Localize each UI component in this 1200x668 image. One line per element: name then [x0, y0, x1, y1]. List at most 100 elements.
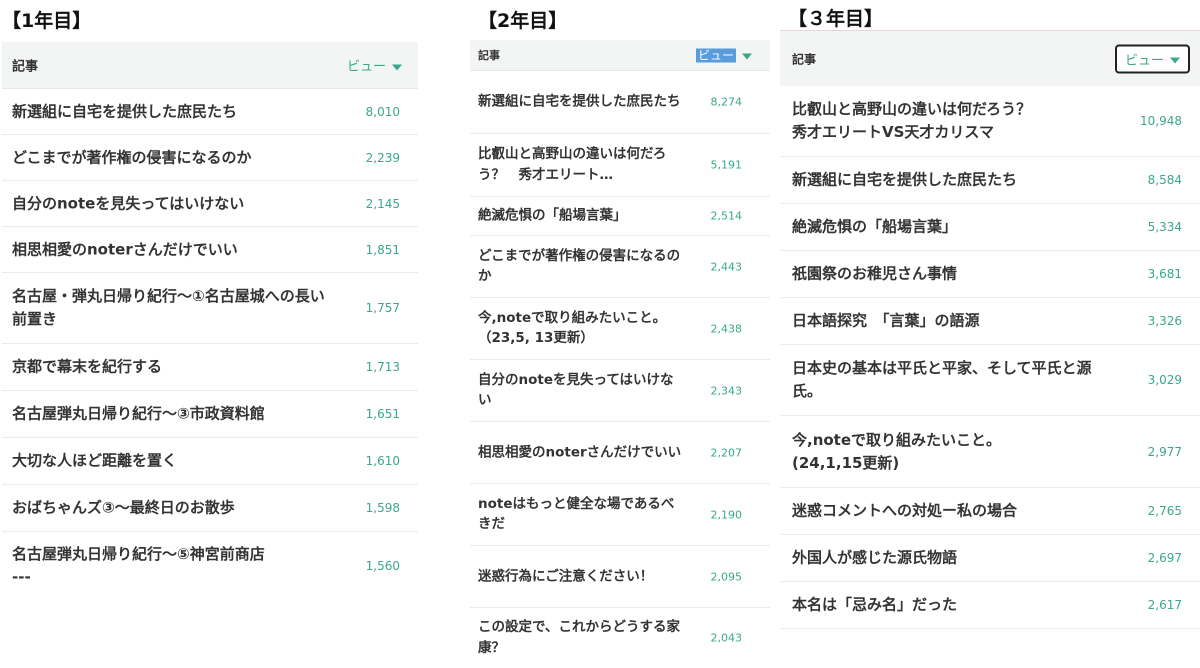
article-title[interactable]: 比叡山と高野山の違いは何だろう？ 秀才エリートVS天才カリスマ	[792, 98, 1112, 145]
view-count: 5,191	[710, 158, 743, 172]
article-title[interactable]: どこまでが著作権の侵害になるのか	[478, 246, 683, 288]
view-count: 3,029	[1147, 373, 1182, 387]
view-count: 1,651	[365, 407, 400, 421]
article-title[interactable]: 外国人が感じた源氏物語	[792, 546, 1112, 569]
article-title[interactable]: 今,noteで取り組みたいこと。 （23,5, 13更新）	[478, 308, 686, 350]
table-row[interactable]: 新選組に自宅を提供した庶民たち 8,584	[780, 157, 1200, 204]
caret-down-icon	[742, 53, 752, 59]
article-title[interactable]: 大切な人ほど距離を置く	[12, 449, 332, 472]
table-row[interactable]: 祇園祭のお稚児さん事情 3,681	[780, 251, 1200, 298]
view-count: 2,095	[710, 570, 743, 583]
table-row[interactable]: 今,noteで取り組みたいこと。 (24,1,15更新) 2,977	[780, 416, 1200, 488]
table-row[interactable]: 絶滅危惧の「船場言葉」 5,334	[780, 204, 1200, 251]
article-title[interactable]: 自分のnoteを見失ってはいけない	[478, 370, 683, 412]
year3-panel: 【３年目】 記事 ビュー 比叡山と高野山の違いは何だろう？ 秀才エリートVS天才…	[780, 0, 1200, 661]
table-row[interactable]: 新選組に自宅を提供した庶民たち 8,010	[2, 89, 418, 135]
panel-title: 【３年目】	[788, 8, 884, 30]
table-row[interactable]: 京都で幕末を紀行する 1,713	[2, 344, 418, 391]
view-count: 2,697	[1147, 551, 1182, 565]
view-count: 2,145	[365, 196, 400, 211]
year2-panel: 【2年目】 記事 ビュー 新選組に自宅を提供した庶民たち 8,274 比叡山と高野…	[470, 0, 770, 668]
article-title[interactable]: 名古屋弾丸日帰り紀行～⑤神宮前商店 ---	[12, 543, 332, 590]
table-row[interactable]: この設定で、これからどうする家康？ 2,043	[470, 608, 770, 668]
view-count: 8,274	[710, 95, 743, 109]
view-count: 2,443	[710, 260, 743, 273]
article-title[interactable]: 新選組に自宅を提供した庶民たち	[12, 100, 332, 123]
views-sort-label: ビュー	[346, 59, 386, 75]
view-count: 1,757	[365, 301, 400, 315]
table-row[interactable]: 名古屋弾丸日帰り紀行～③市政資料館 1,651	[2, 391, 418, 438]
table-row[interactable]: 今,noteで取り組みたいこと。 （23,5, 13更新） 2,438	[470, 298, 770, 360]
view-count: 3,326	[1147, 314, 1182, 328]
table-row[interactable]: どこまでが著作権の侵害になるのか 2,239	[2, 135, 418, 181]
view-count: 1,598	[365, 501, 400, 515]
views-sort-dropdown[interactable]: ビュー	[347, 56, 402, 75]
table-row[interactable]: 本名は「忌み名」だった 2,617	[780, 582, 1200, 629]
article-title[interactable]: 迷惑行為にご注意ください！	[478, 566, 683, 587]
article-title[interactable]: 日本語探究 「言葉」の語源	[792, 309, 1112, 332]
table-row[interactable]: 自分のnoteを見失ってはいけない 2,343	[470, 360, 770, 422]
views-sort-dropdown[interactable]: ビュー	[1114, 44, 1190, 73]
article-title[interactable]: 絶滅危惧の「船場言葉」	[792, 215, 1112, 238]
table-row[interactable]: 絶滅危惧の「船場言葉」 2,514	[470, 197, 770, 236]
article-column-label: 記事	[792, 52, 817, 66]
table-header: 記事 ビュー	[470, 40, 770, 71]
article-title[interactable]: 迷惑コメントへの対処ー私の場合	[792, 499, 1112, 522]
article-title[interactable]: 今,noteで取り組みたいこと。 (24,1,15更新)	[792, 428, 1112, 475]
article-title[interactable]: 相思相愛のnoterさんだけでいい	[478, 442, 683, 463]
table-row[interactable]: 新選組に自宅を提供した庶民たち 8,274	[470, 71, 770, 134]
table-row[interactable]: 相思相愛のnoterさんだけでいい 2,207	[470, 422, 770, 484]
view-count: 2,239	[365, 150, 400, 165]
table-row[interactable]: 相思相愛のnoterさんだけでいい 1,851	[2, 227, 418, 273]
view-count: 1,560	[365, 559, 400, 573]
article-column-label: 記事	[478, 49, 500, 62]
table-row[interactable]: 外国人が感じた源氏物語 2,697	[780, 535, 1200, 582]
article-title[interactable]: 相思相愛のnoterさんだけでいい	[12, 238, 332, 261]
table-row[interactable]: どこまでが著作権の侵害になるのか 2,443	[470, 236, 770, 298]
view-count: 3,681	[1147, 267, 1182, 281]
caret-down-icon	[392, 64, 402, 70]
panel-title: 【1年目】	[2, 10, 92, 32]
article-title[interactable]: noteはもっと健全な場であるべきだ	[478, 494, 683, 536]
view-count: 1,851	[365, 242, 400, 257]
article-title[interactable]: 新選組に自宅を提供した庶民たち	[478, 92, 683, 113]
article-title[interactable]: この設定で、これからどうする家康？	[478, 617, 683, 659]
article-list: 新選組に自宅を提供した庶民たち 8,010 どこまでが著作権の侵害になるのか 2,2…	[2, 89, 418, 600]
view-count: 1,713	[365, 360, 400, 374]
article-title[interactable]: 日本史の基本は平氏と平家、そして平氏と源氏。	[792, 357, 1112, 404]
article-title[interactable]: 京都で幕末を紀行する	[12, 355, 332, 378]
article-title[interactable]: 絶滅危惧の「船場言葉」	[478, 206, 683, 227]
table-row[interactable]: 比叡山と高野山の違いは何だろう？ 秀才エリートVS天才カリスマ 10,948	[780, 86, 1200, 157]
table-row[interactable]: おばちゃんズ③～最終日のお散歩 1,598	[2, 485, 418, 532]
view-count: 8,010	[365, 104, 400, 119]
article-title[interactable]: 自分のnoteを見失ってはいけない	[12, 192, 332, 215]
article-title[interactable]: 比叡山と高野山の違いは何だろう？ 秀才エリート…	[478, 144, 683, 186]
article-list: 比叡山と高野山の違いは何だろう？ 秀才エリートVS天才カリスマ 10,948 新選…	[780, 86, 1200, 629]
article-title[interactable]: 名古屋・弾丸日帰り紀行～①名古屋城への長い前置き	[12, 285, 332, 332]
table-row[interactable]: noteはもっと健全な場であるべきだ 2,190	[470, 484, 770, 546]
table-row[interactable]: 日本史の基本は平氏と平家、そして平氏と源氏。 3,029	[780, 345, 1200, 416]
article-title[interactable]: どこまでが著作権の侵害になるのか	[12, 146, 332, 169]
table-row[interactable]: 自分のnoteを見失ってはいけない 2,145	[2, 181, 418, 227]
table-row[interactable]: 迷惑コメントへの対処ー私の場合 2,765	[780, 488, 1200, 535]
article-title[interactable]: 名古屋弾丸日帰り紀行～③市政資料館	[12, 402, 332, 425]
views-sort-label: ビュー	[1124, 53, 1164, 68]
article-title[interactable]: 祇園祭のお稚児さん事情	[792, 262, 1112, 285]
views-sort-dropdown[interactable]: ビュー	[695, 47, 752, 64]
table-row[interactable]: 迷惑行為にご注意ください！ 2,095	[470, 546, 770, 608]
view-count: 2,343	[710, 384, 743, 397]
view-count: 2,043	[710, 631, 743, 645]
article-title[interactable]: 新選組に自宅を提供した庶民たち	[792, 168, 1112, 191]
table-row[interactable]: 名古屋弾丸日帰り紀行～⑤神宮前商店 --- 1,560	[2, 532, 418, 600]
view-count: 8,584	[1147, 173, 1182, 187]
article-title[interactable]: おばちゃんズ③～最終日のお散歩	[12, 496, 332, 519]
article-list: 新選組に自宅を提供した庶民たち 8,274 比叡山と高野山の違いは何だろう？ 秀才…	[470, 71, 770, 668]
view-count: 2,190	[710, 508, 743, 521]
table-row[interactable]: 名古屋・弾丸日帰り紀行～①名古屋城への長い前置き 1,757	[2, 273, 418, 344]
table-row[interactable]: 比叡山と高野山の違いは何だろう？ 秀才エリート… 5,191	[470, 134, 770, 197]
view-count: 2,765	[1147, 504, 1182, 518]
table-row[interactable]: 大切な人ほど距離を置く 1,610	[2, 438, 418, 485]
article-column-label: 記事	[12, 59, 39, 75]
article-title[interactable]: 本名は「忌み名」だった	[792, 593, 1112, 616]
table-row[interactable]: 日本語探究 「言葉」の語源 3,326	[780, 298, 1200, 345]
